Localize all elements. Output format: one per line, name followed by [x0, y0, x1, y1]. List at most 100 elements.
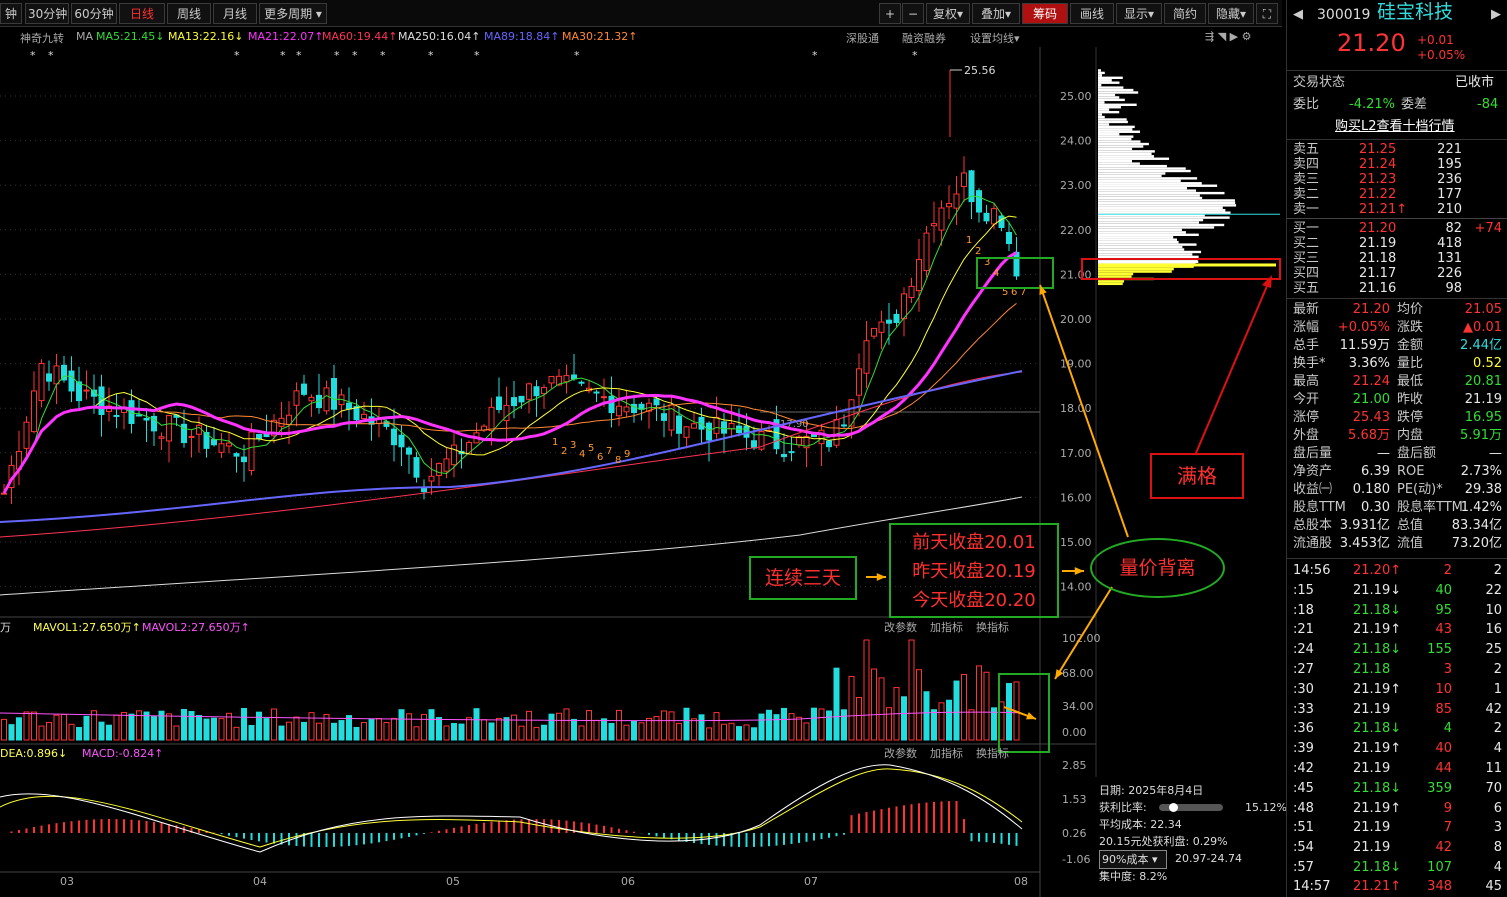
profit-ratio-row: 获利比率: 15.12% [1099, 799, 1287, 816]
volume-bar [1, 718, 7, 741]
chip-bar [1098, 177, 1198, 180]
tab-minute[interactable]: 钟 [0, 3, 22, 24]
volume-bar [68, 723, 75, 741]
indicator-name[interactable]: 神奇九转 [20, 30, 64, 46]
volume-bar [301, 721, 307, 741]
nine-turn-number: 5 [588, 443, 594, 454]
candle-body [728, 423, 735, 430]
candle-body [593, 391, 600, 394]
display-button[interactable]: 显示▾ [1116, 3, 1162, 24]
chip-bar [1098, 76, 1123, 79]
volume-bar [338, 720, 345, 741]
stat-value: 3.453亿 [1339, 536, 1390, 551]
chip-bar [1098, 221, 1199, 224]
volume-bar [578, 725, 585, 741]
set-ma-link[interactable]: 设置均线▾ [970, 30, 1020, 46]
volume-bar [233, 726, 240, 741]
stat-label: 盘后量 [1293, 446, 1333, 461]
signal-star: * [812, 49, 818, 62]
candle-body [526, 383, 532, 400]
chips-button[interactable]: 筹码 [1022, 3, 1068, 24]
volume-bar [368, 718, 375, 741]
volume-bar [473, 708, 480, 741]
candle-body [413, 457, 420, 478]
tick-time: 14:57 [1293, 879, 1331, 894]
chip-bar [1098, 150, 1155, 153]
zoom-in-button[interactable]: + [879, 3, 901, 24]
simple-button[interactable]: 简约 [1164, 3, 1206, 24]
overlay-button[interactable]: 叠加▾ [972, 3, 1020, 24]
tab-daily[interactable]: 日线 [119, 3, 165, 24]
candle-body [443, 458, 450, 472]
volume-bar [968, 709, 975, 741]
hide-button[interactable]: 隐藏▾ [1208, 3, 1254, 24]
candle-body [653, 398, 660, 406]
tick-count: 6 [1493, 800, 1502, 816]
volume-bar [293, 716, 300, 741]
tick-time: :27 [1293, 662, 1314, 677]
candle-body [916, 258, 922, 292]
volume-bar [203, 718, 210, 741]
chip-bar [1098, 263, 1276, 267]
chip-bar [1098, 255, 1199, 259]
tab-more-periods[interactable]: 更多周期 ▾ [259, 3, 327, 24]
tick-time: :51 [1293, 820, 1314, 836]
stat-row: 收益㈠ 0.180 PE(动)* 29.38 [1287, 481, 1507, 499]
tick-time: :39 [1293, 741, 1314, 757]
chip-bar [1098, 196, 1203, 200]
tab-weekly[interactable]: 周线 [167, 3, 211, 24]
tab-30min[interactable]: 30分钟 [25, 3, 69, 24]
signal-star: * [474, 49, 480, 62]
margin-trading-link[interactable]: 融资融券 [902, 30, 946, 46]
profit-ratio-fill [1168, 803, 1178, 812]
candle-body [713, 416, 720, 434]
candle-body [361, 413, 367, 419]
tick-price: 21.18↓ [1353, 780, 1402, 796]
candle-body [46, 373, 52, 382]
volume-bar [826, 710, 832, 741]
volume-bar [811, 707, 817, 741]
signal-star: * [234, 49, 240, 62]
fullscreen-icon[interactable]: ⛶ [1256, 3, 1278, 24]
stat-label: 涨跌 [1397, 320, 1424, 335]
price-tick-label: 15.00 [1060, 536, 1092, 549]
candle-body [323, 387, 330, 412]
adjust-button[interactable]: 复权▾ [926, 3, 970, 24]
l2-link[interactable]: 购买L2查看十档行情 [1335, 118, 1455, 136]
chip-bar [1098, 194, 1200, 197]
volume-bar [481, 719, 487, 741]
cost-select[interactable]: 90%成本 ▾ [1099, 850, 1167, 869]
candle-body [391, 428, 397, 446]
signal-star: * [334, 49, 340, 62]
tick-volume: 359 [1427, 780, 1452, 796]
stat-value: +0.05% [1337, 320, 1390, 335]
candle-body [721, 421, 727, 434]
volume-bar [248, 725, 255, 741]
draw-line-button[interactable]: 画线 [1070, 3, 1114, 24]
tab-monthly[interactable]: 月线 [213, 3, 257, 24]
prev-stock-icon[interactable]: ◀ [1293, 6, 1303, 24]
chip-bar [1098, 199, 1235, 202]
stat-value: — [1489, 446, 1502, 461]
stat-label: 量比 [1397, 356, 1424, 371]
kline-chart[interactable]: 25.0024.0023.0022.0021.0020.0019.0018.00… [0, 47, 1282, 897]
candle-body [496, 396, 502, 411]
dif-line [0, 764, 1023, 853]
zoom-out-button[interactable]: − [902, 3, 924, 24]
signal-star: * [30, 49, 36, 62]
volume-bar [556, 712, 562, 741]
tick-price: 21.19 [1353, 840, 1391, 856]
price-row: 21.20 +0.01 +0.05% [1287, 31, 1507, 64]
volume-panel-button: 改参数 [884, 620, 917, 634]
price-tick-label: 17.00 [1060, 447, 1092, 460]
signal-star: * [912, 49, 918, 62]
tab-60min[interactable]: 60分钟 [71, 3, 117, 24]
volume-bar [766, 709, 772, 741]
sidebar-tools-icon[interactable]: ⇶ ◥ ▶ ⚙ [1205, 30, 1252, 43]
chip-date: 日期: 2025年8月4日 [1099, 784, 1204, 797]
hk-connect-link[interactable]: 深股通 [846, 30, 879, 46]
tick-time: :15 [1293, 582, 1314, 598]
candle-body [676, 415, 682, 434]
next-stock-icon[interactable]: ▶ [1491, 6, 1501, 24]
candle-body [241, 456, 247, 463]
